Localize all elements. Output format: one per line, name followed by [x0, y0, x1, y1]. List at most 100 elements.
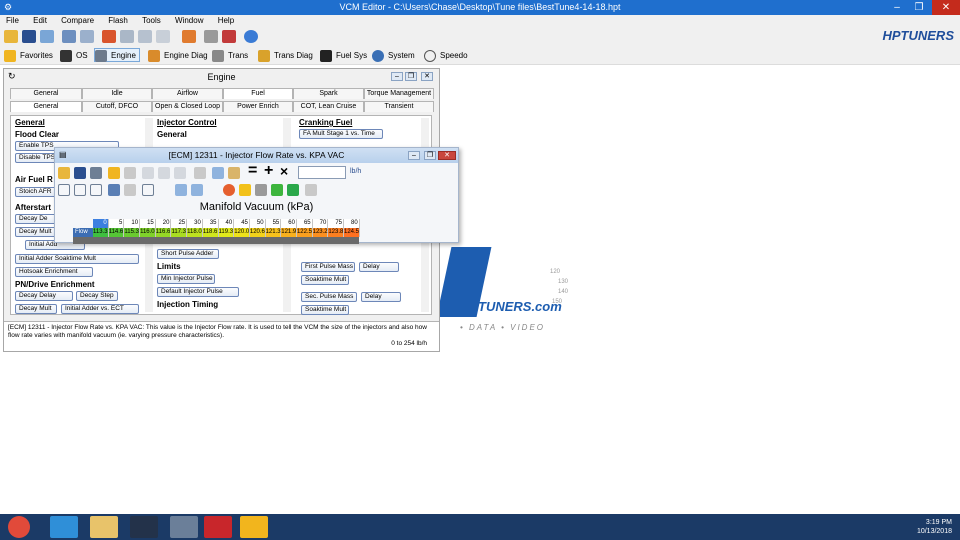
- engine-close-button[interactable]: ✕: [421, 72, 433, 81]
- min-injector-pulse-button[interactable]: Min Injector Pulse: [157, 274, 215, 284]
- tab-torque-management[interactable]: Torque Management: [364, 88, 434, 99]
- table-icon[interactable]: [138, 30, 152, 43]
- subtab-power-enrich[interactable]: Power Enrich: [223, 101, 293, 112]
- tab-favorites[interactable]: Favorites: [4, 49, 53, 63]
- column-header-70[interactable]: 70: [312, 219, 329, 228]
- first-pulse-mass-button[interactable]: First Pulse Mass: [301, 262, 355, 272]
- history-icon[interactable]: [80, 30, 94, 43]
- chrome-icon[interactable]: [8, 516, 30, 538]
- column-header-15[interactable]: 15: [140, 219, 156, 228]
- subtab-open-closed-loop[interactable]: Open & Closed Loop: [152, 101, 223, 112]
- menu-window[interactable]: Window: [169, 15, 209, 26]
- open-icon[interactable]: [58, 167, 70, 179]
- flow-cell[interactable]: 123.2: [312, 228, 329, 237]
- smooth-icon[interactable]: [239, 184, 251, 196]
- flow-cell[interactable]: 118.0: [187, 228, 203, 237]
- table-restore-button[interactable]: ❐: [424, 151, 436, 160]
- default-injector-pulse-button[interactable]: Default Injector Pulse: [157, 287, 239, 297]
- layout-5-icon[interactable]: [124, 184, 136, 196]
- column-header-80[interactable]: 80: [344, 219, 360, 228]
- grid-icon[interactable]: [156, 30, 170, 43]
- minimize-button[interactable]: –: [886, 0, 908, 15]
- compare-view-icon[interactable]: [174, 167, 186, 179]
- subtab-transient[interactable]: Transient: [364, 101, 434, 112]
- subtab-cot-lean-cruise[interactable]: COT, Lean Cruise: [293, 101, 364, 112]
- short-pulse-adder-button[interactable]: Short Pulse Adder: [157, 249, 219, 259]
- first-soaktime-mult-button[interactable]: Soaktime Mult: [301, 275, 349, 285]
- column-header-5[interactable]: 5: [108, 219, 125, 228]
- subtab-cutoff-dfco[interactable]: Cutoff, DFCO: [82, 101, 152, 112]
- connect-icon[interactable]: [182, 30, 196, 43]
- layout-1-icon[interactable]: [58, 184, 70, 196]
- app-taskbar-icon[interactable]: [130, 516, 158, 538]
- column-header-20[interactable]: 20: [155, 219, 172, 228]
- restore-button[interactable]: ❐: [908, 0, 930, 15]
- layout-3-icon[interactable]: [90, 184, 102, 196]
- tab-engine[interactable]: Engine: [94, 48, 140, 62]
- highlight-icon[interactable]: [287, 184, 299, 196]
- column-header-40[interactable]: 40: [218, 219, 235, 228]
- flow-cell[interactable]: 120.0: [234, 228, 250, 237]
- column-header-0[interactable]: 0: [93, 219, 109, 228]
- flow-cell[interactable]: 118.6: [202, 228, 219, 237]
- tab-fuel[interactable]: Fuel: [223, 88, 293, 99]
- tab-airflow[interactable]: Airflow: [152, 88, 223, 99]
- flow-cell[interactable]: 122.5: [296, 228, 313, 237]
- sec-pulse-mass-button[interactable]: Sec. Pulse Mass: [301, 292, 357, 302]
- save-icon[interactable]: [22, 30, 36, 43]
- decimal-increase-icon[interactable]: [175, 184, 187, 196]
- info-icon[interactable]: [244, 30, 258, 43]
- flow-cell[interactable]: 117.3: [171, 228, 188, 237]
- vcm-editor-taskbar-icon[interactable]: [170, 516, 198, 538]
- flow-cell[interactable]: 116.6: [155, 228, 172, 237]
- flow-cell[interactable]: 114.6: [108, 228, 125, 237]
- acrobat-icon[interactable]: [204, 516, 232, 538]
- tool-icon[interactable]: [204, 30, 218, 43]
- column-header-75[interactable]: 75: [328, 219, 344, 228]
- column-header-35[interactable]: 35: [202, 219, 219, 228]
- color-scale-icon[interactable]: [223, 184, 235, 196]
- menu-file[interactable]: File: [0, 15, 25, 26]
- print-icon[interactable]: [90, 167, 102, 179]
- set-equal-icon[interactable]: =: [248, 162, 257, 180]
- tab-trans-diag[interactable]: Trans Diag: [258, 49, 313, 63]
- pn-decay-delay-button[interactable]: Decay Delay: [15, 291, 73, 301]
- tab-spark[interactable]: Spark: [293, 88, 364, 99]
- engine-minimize-button[interactable]: –: [391, 72, 403, 81]
- flow-cell[interactable]: 124.5: [344, 228, 360, 237]
- table-view-icon[interactable]: [142, 167, 154, 179]
- tab-engine-diag[interactable]: Engine Diag: [148, 49, 208, 63]
- add-icon[interactable]: +: [264, 162, 273, 180]
- compare-icon[interactable]: [62, 30, 76, 43]
- engine-restore-button[interactable]: ❐: [405, 72, 417, 81]
- favorite-icon[interactable]: [108, 167, 120, 179]
- save-as-icon[interactable]: [40, 30, 54, 43]
- column-header-60[interactable]: 60: [281, 219, 297, 228]
- save-icon[interactable]: [74, 167, 86, 179]
- hotsoak-enrichment-button[interactable]: Hotsoak Enrichment: [15, 267, 93, 277]
- pn-initial-adder-ect-button[interactable]: Initial Adder vs. ECT: [61, 304, 139, 314]
- first-pulse-delay-button[interactable]: Delay: [359, 262, 399, 272]
- flow-cell[interactable]: 121.3: [265, 228, 282, 237]
- column-header-10[interactable]: 10: [124, 219, 141, 228]
- file-explorer-icon[interactable]: [90, 516, 118, 538]
- table-close-button[interactable]: ✕: [438, 151, 456, 160]
- column-header-25[interactable]: 25: [171, 219, 188, 228]
- menu-help[interactable]: Help: [212, 15, 240, 26]
- pn-decay-mult-button[interactable]: Decay Mult: [15, 304, 57, 314]
- fa-mult-stage1-button[interactable]: FA Mult Stage 1 vs. Time: [299, 129, 383, 139]
- tab-trans[interactable]: Trans: [212, 49, 248, 63]
- undo-icon[interactable]: [194, 167, 206, 179]
- menu-compare[interactable]: Compare: [55, 15, 100, 26]
- copy-icon[interactable]: [212, 167, 224, 179]
- pn-decay-step-button[interactable]: Decay Step: [76, 291, 118, 301]
- table-minimize-button[interactable]: –: [408, 151, 420, 160]
- scanner-icon[interactable]: [240, 516, 268, 538]
- chart-icon[interactable]: [142, 184, 154, 196]
- tab-fuel-sys[interactable]: Fuel Sys: [320, 49, 367, 63]
- read-icon[interactable]: [102, 30, 116, 43]
- multiply-icon[interactable]: ×: [280, 163, 288, 179]
- decimal-decrease-icon[interactable]: [191, 184, 203, 196]
- initial-adder-soaktime-button[interactable]: Initial Adder Soaktime Mult: [15, 254, 139, 264]
- subtab-general[interactable]: General: [10, 101, 82, 112]
